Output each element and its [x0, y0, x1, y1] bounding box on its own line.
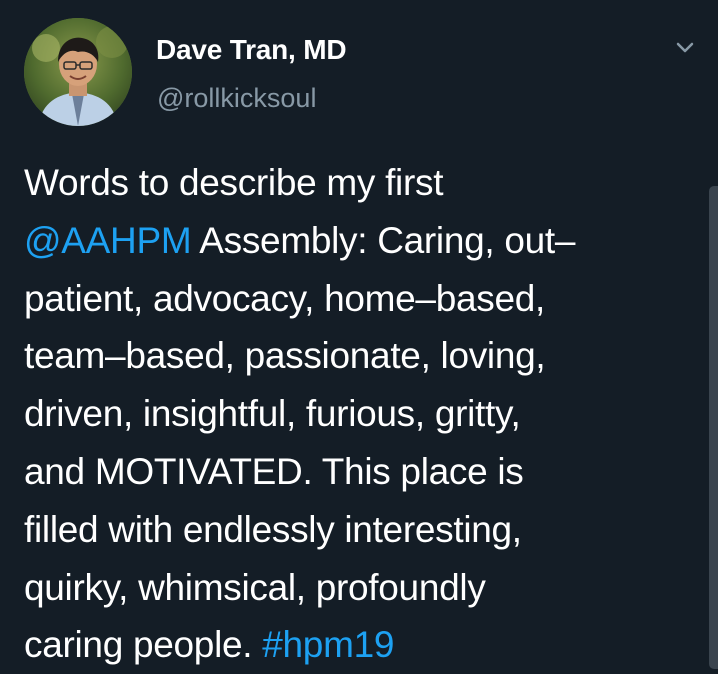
hashtag-link[interactable]: #hpm19	[262, 624, 394, 665]
tweet-text-line: caring people. #hpm19	[24, 616, 694, 674]
author-handle[interactable]: @rollkicksoul	[157, 82, 316, 114]
tweet-text-segment: Words to describe my first	[24, 162, 444, 203]
tweet-text-line: filled with endlessly interesting,	[24, 501, 694, 559]
tweet-text-line: and MOTIVATED. This place is	[24, 443, 694, 501]
scrollbar[interactable]	[709, 186, 718, 669]
tweet-text-line: patient, advocacy, home–based,	[24, 270, 694, 328]
tweet-text-segment: quirky, whimsical, profoundly	[24, 566, 486, 608]
tweet-text: Words to describe my first @AAHPM Assembl…	[24, 154, 694, 674]
tweet-text-segment: patient, advocacy, home–based,	[24, 277, 545, 319]
author-display-name[interactable]: Dave Tran, MD	[156, 34, 347, 66]
tweet-text-segment: team–based, passionate, loving,	[24, 335, 546, 377]
chevron-down-icon[interactable]	[672, 36, 698, 58]
tweet-text-line: Words to describe my first	[24, 154, 694, 212]
tweet-text-line: team–based, passionate, loving,	[24, 327, 694, 385]
tweet-text-segment: driven, insightful, furious, gritty,	[24, 393, 521, 435]
mention-link[interactable]: @AAHPM	[24, 220, 192, 261]
tweet-card: Dave Tran, MD @rollkicksoul Words to des…	[0, 0, 718, 669]
tweet-text-segment: and MOTIVATED. This place is	[24, 450, 524, 492]
tweet-text-line: quirky, whimsical, profoundly	[24, 559, 694, 617]
tweet-text-line: @AAHPM Assembly: Caring, out–	[24, 212, 694, 270]
author-avatar[interactable]	[24, 18, 132, 126]
tweet-text-segment: filled with endlessly interesting,	[24, 508, 522, 550]
tweet-text-segment: Assembly: Caring, out–	[191, 219, 576, 261]
avatar-photo	[24, 18, 132, 126]
tweet-text-segment: caring people.	[24, 624, 263, 666]
tweet-text-line: driven, insightful, furious, gritty,	[24, 385, 694, 443]
